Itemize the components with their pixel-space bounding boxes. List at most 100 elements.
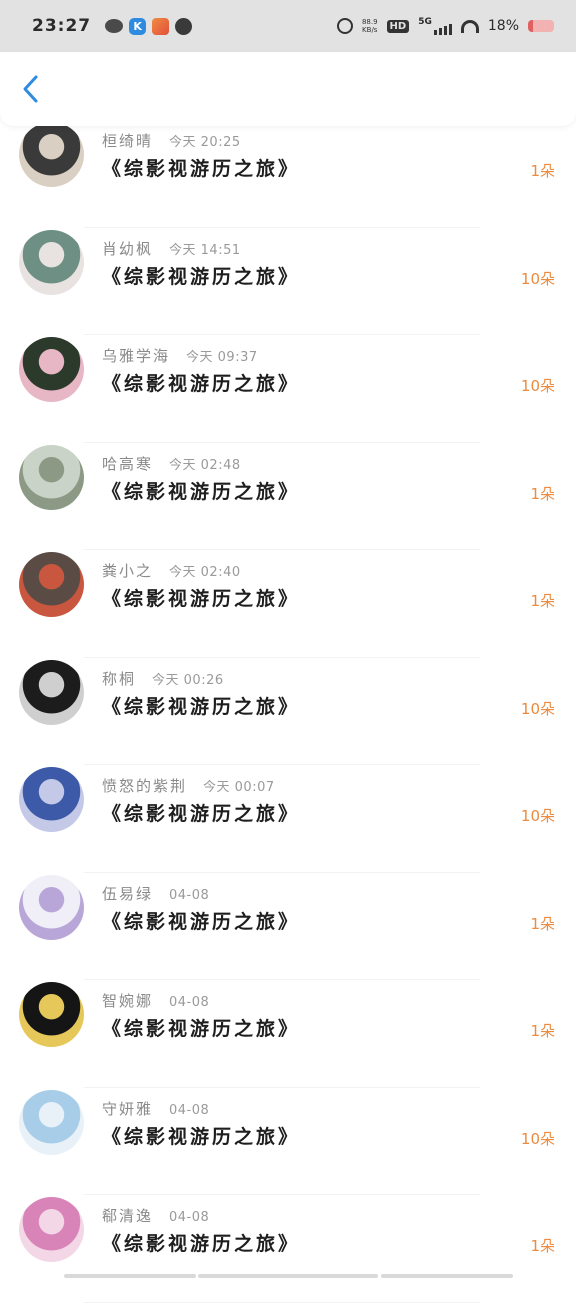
name-line: 肖幼枫 今天 14:51 — [102, 238, 241, 259]
gauge-icon — [175, 17, 193, 35]
user-name: 肖幼枫 — [102, 239, 154, 258]
timestamp: 04-08 — [169, 887, 210, 903]
timestamp: 04-08 — [169, 1102, 210, 1118]
book-title: 《综影视游历之旅》 — [102, 373, 301, 395]
timestamp: 04-08 — [169, 1210, 210, 1225]
gift-amount: 1朵 — [530, 1237, 555, 1255]
gift-amount: 10朵 — [520, 377, 555, 395]
book-title: 《综影视游历之旅》 — [102, 1018, 301, 1040]
name-line: 桓绮晴 今天 20:25 — [102, 130, 241, 151]
back-button[interactable] — [20, 74, 44, 104]
book-title: 《综影视游历之旅》 — [102, 1125, 301, 1148]
gift-amount: 1朵 — [530, 592, 555, 610]
chevron-left-icon — [23, 75, 38, 103]
user-name: 桓绮晴 — [102, 132, 154, 150]
avatar[interactable] — [19, 874, 84, 940]
gift-amount: 1朵 — [530, 914, 555, 933]
name-line: 智婉娜 04-08 — [102, 990, 209, 1011]
timestamp: 今天 02:40 — [169, 565, 241, 580]
list-item[interactable]: 郗清逸 04-08 《综影视游历之旅》 1朵 — [0, 1195, 576, 1303]
book-title: 《综影视游历之旅》 — [102, 480, 301, 503]
avatar[interactable] — [19, 767, 84, 832]
user-name: 守妍雅 — [102, 1099, 154, 1118]
book-title: 《综影视游历之旅》 — [102, 695, 301, 718]
wifi-icon — [460, 19, 479, 33]
list-item[interactable]: 哈高寒 今天 02:48 《综影视游历之旅》 1朵 — [0, 443, 576, 550]
user-name: 郗清逸 — [102, 1207, 154, 1225]
user-name: 智婉娜 — [102, 992, 154, 1010]
timestamp: 今天 02:48 — [169, 457, 241, 473]
name-line: 守妍雅 04-08 — [102, 1098, 209, 1119]
avatar[interactable] — [19, 229, 84, 295]
user-name: 乌雅学海 — [102, 347, 171, 365]
list-item[interactable]: 肖幼枫 今天 14:51 《综影视游历之旅》 10朵 — [0, 228, 576, 335]
user-name: 伍易绿 — [102, 884, 154, 903]
alarm-icon — [336, 18, 353, 34]
battery-percent: 18% — [487, 18, 519, 34]
avatar[interactable] — [19, 1089, 84, 1155]
book-title: 《综影视游历之旅》 — [102, 158, 301, 180]
name-line: 哈高寒 今天 02:48 — [102, 453, 241, 474]
gift-amount: 10朵 — [520, 807, 555, 825]
net-speed: 88.9 KB/s — [362, 18, 378, 34]
list-item[interactable]: 乌雅学海 今天 09:37 《综影视游历之旅》 10朵 — [0, 335, 576, 443]
gift-amount: 10朵 — [520, 699, 555, 718]
list-item[interactable]: 智婉娜 04-08 《综影视游历之旅》 1朵 — [0, 980, 576, 1088]
timestamp: 今天 00:07 — [203, 780, 275, 795]
timestamp: 今天 00:26 — [152, 672, 224, 688]
gift-amount: 10朵 — [520, 269, 555, 288]
status-time: 23:27 — [32, 16, 92, 36]
avatar[interactable] — [19, 982, 84, 1047]
list-item[interactable]: 粪小之 今天 02:40 《综影视游历之旅》 1朵 — [0, 550, 576, 658]
avatar[interactable] — [19, 337, 84, 402]
signal-icon: 5G — [418, 17, 452, 35]
gift-amount: 1朵 — [530, 484, 555, 503]
list-item[interactable]: 桓绮晴 今天 20:25 《综影视游历之旅》 1朵 — [0, 120, 576, 228]
book-title: 《综影视游历之旅》 — [102, 1233, 301, 1255]
scroll-indicator — [64, 1274, 196, 1278]
name-line: 郗清逸 04-08 — [102, 1205, 209, 1226]
book-title: 《综影视游历之旅》 — [102, 265, 301, 288]
avatar[interactable] — [19, 122, 84, 187]
timestamp: 今天 14:51 — [169, 242, 241, 258]
timestamp: 今天 20:25 — [169, 135, 241, 150]
list-item[interactable]: 愤怒的紫荆 今天 00:07 《综影视游历之旅》 10朵 — [0, 765, 576, 873]
avatar[interactable] — [19, 1197, 84, 1262]
user-name: 称桐 — [102, 669, 137, 688]
battery-icon — [528, 20, 554, 32]
name-line: 称桐 今天 00:26 — [102, 668, 224, 689]
hd-badge: HD — [386, 19, 410, 33]
timestamp: 04-08 — [169, 995, 210, 1010]
user-name: 粪小之 — [102, 562, 154, 580]
status-bar: 23:27 K 88.9 KB/s HD 5G 18% — [0, 0, 576, 52]
gift-amount: 1朵 — [530, 1022, 555, 1040]
net-speed-value: 88.9 — [361, 18, 378, 26]
gift-amount: 1朵 — [530, 162, 555, 180]
user-name: 愤怒的紫荆 — [102, 777, 188, 795]
name-line: 乌雅学海 今天 09:37 — [102, 345, 258, 366]
book-title: 《综影视游历之旅》 — [102, 588, 301, 610]
timestamp: 今天 09:37 — [186, 350, 258, 365]
book-title: 《综影视游历之旅》 — [102, 803, 301, 825]
name-line: 粪小之 今天 02:40 — [102, 560, 241, 581]
gift-amount: 10朵 — [520, 1129, 555, 1148]
header-bar — [0, 52, 576, 126]
avatar[interactable] — [19, 444, 84, 510]
list-item[interactable]: 伍易绿 04-08 《综影视游历之旅》 1朵 — [0, 873, 576, 980]
k-app-icon: K — [129, 17, 147, 35]
photo-app-icon — [152, 17, 170, 35]
divider — [84, 1301, 480, 1303]
avatar[interactable] — [19, 552, 84, 617]
network-type: 5G — [418, 17, 432, 27]
wechat-icon — [105, 19, 124, 33]
scroll-indicator — [198, 1274, 378, 1278]
list-item[interactable]: 守妍雅 04-08 《综影视游历之旅》 10朵 — [0, 1088, 576, 1195]
gift-list: 桓绮晴 今天 20:25 《综影视游历之旅》 1朵 肖幼枫 今天 14:51 《综影视游历之… — [0, 120, 576, 1303]
list-item[interactable]: 称桐 今天 00:26 《综影视游历之旅》 10朵 — [0, 658, 576, 765]
name-line: 愤怒的紫荆 今天 00:07 — [102, 775, 275, 796]
name-line: 伍易绿 04-08 — [102, 883, 209, 904]
scroll-indicator — [381, 1274, 513, 1278]
book-title: 《综影视游历之旅》 — [102, 910, 301, 933]
user-name: 哈高寒 — [102, 454, 154, 473]
avatar[interactable] — [19, 659, 84, 725]
